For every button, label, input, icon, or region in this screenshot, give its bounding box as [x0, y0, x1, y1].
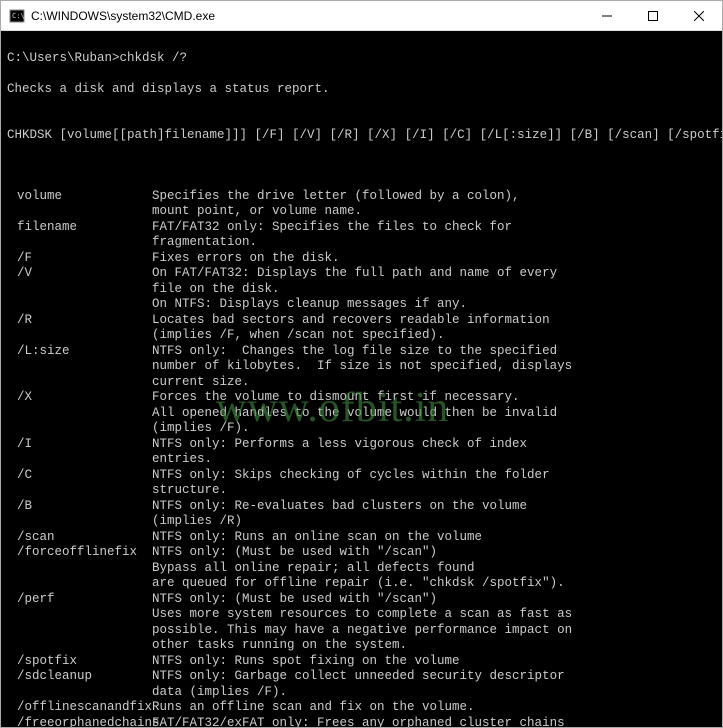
param-description: Forces the volume to dismount first if n…	[152, 390, 716, 437]
param-row: /sdcleanupNTFS only: Garbage collect unn…	[7, 669, 716, 700]
window-controls	[584, 1, 722, 30]
param-row: volumeSpecifies the drive letter (follow…	[7, 189, 716, 220]
window-title: C:\WINDOWS\system32\CMD.exe	[31, 9, 584, 23]
param-description: NTFS only: Runs an online scan on the vo…	[152, 530, 716, 546]
param-description: Fixes errors on the disk.	[152, 251, 716, 267]
param-name: /perf	[7, 592, 152, 654]
param-row: /spotfixNTFS only: Runs spot fixing on t…	[7, 654, 716, 670]
cmd-window: C:\ C:\WINDOWS\system32\CMD.exe C:\Users…	[0, 0, 723, 728]
param-name: /sdcleanup	[7, 669, 152, 700]
param-description: NTFS only: Skips checking of cycles with…	[152, 468, 716, 499]
param-name: /V	[7, 266, 152, 313]
param-description: FAT/FAT32/exFAT only: Frees any orphaned…	[152, 716, 716, 728]
command-prompt: C:\Users\Ruban>chkdsk /?	[7, 51, 716, 67]
titlebar[interactable]: C:\ C:\WINDOWS\system32\CMD.exe	[1, 1, 722, 31]
param-description: NTFS only: Performs a less vigorous chec…	[152, 437, 716, 468]
param-name: /freeorphanedchains	[7, 716, 152, 728]
param-description: On FAT/FAT32: Displays the full path and…	[152, 266, 716, 313]
param-description: Locates bad sectors and recovers readabl…	[152, 313, 716, 344]
param-description: FAT/FAT32 only: Specifies the files to c…	[152, 220, 716, 251]
param-description: NTFS only: (Must be used with "/scan") U…	[152, 592, 716, 654]
param-description: NTFS only: (Must be used with "/scan") B…	[152, 545, 716, 592]
param-description: NTFS only: Garbage collect unneeded secu…	[152, 669, 716, 700]
param-row: /BNTFS only: Re-evaluates bad clusters o…	[7, 499, 716, 530]
param-description: Runs an offline scan and fix on the volu…	[152, 700, 716, 716]
param-name: volume	[7, 189, 152, 220]
command-description: Checks a disk and displays a status repo…	[7, 82, 716, 98]
param-row: /CNTFS only: Skips checking of cycles wi…	[7, 468, 716, 499]
maximize-button[interactable]	[630, 1, 676, 30]
param-name: /C	[7, 468, 152, 499]
param-name: /offlinescanandfix	[7, 700, 152, 716]
param-description: NTFS only: Changes the log file size to …	[152, 344, 716, 391]
param-row: /perfNTFS only: (Must be used with "/sca…	[7, 592, 716, 654]
param-name: /scan	[7, 530, 152, 546]
param-name: /F	[7, 251, 152, 267]
param-name: /spotfix	[7, 654, 152, 670]
minimize-button[interactable]	[584, 1, 630, 30]
param-row: filenameFAT/FAT32 only: Specifies the fi…	[7, 220, 716, 251]
param-row: /L:sizeNTFS only: Changes the log file s…	[7, 344, 716, 391]
param-row: /VOn FAT/FAT32: Displays the full path a…	[7, 266, 716, 313]
terminal-output[interactable]: C:\Users\Ruban>chkdsk /? Checks a disk a…	[1, 31, 722, 727]
close-button[interactable]	[676, 1, 722, 30]
cmd-icon: C:\	[9, 8, 25, 24]
command-syntax: CHKDSK [volume[[path]filename]]] [/F] [/…	[7, 128, 716, 144]
param-row: /forceofflinefixNTFS only: (Must be used…	[7, 545, 716, 592]
param-description: NTFS only: Re-evaluates bad clusters on …	[152, 499, 716, 530]
param-row: /scanNTFS only: Runs an online scan on t…	[7, 530, 716, 546]
param-row: /XForces the volume to dismount first if…	[7, 390, 716, 437]
param-row: /RLocates bad sectors and recovers reada…	[7, 313, 716, 344]
parameters-block: volumeSpecifies the drive letter (follow…	[7, 189, 716, 728]
param-name: /R	[7, 313, 152, 344]
param-name: filename	[7, 220, 152, 251]
param-name: /B	[7, 499, 152, 530]
param-row: /INTFS only: Performs a less vigorous ch…	[7, 437, 716, 468]
param-row: /offlinescanandfixRuns an offline scan a…	[7, 700, 716, 716]
param-row: /freeorphanedchainsFAT/FAT32/exFAT only:…	[7, 716, 716, 728]
param-name: /X	[7, 390, 152, 437]
param-name: /I	[7, 437, 152, 468]
svg-text:C:\: C:\	[12, 12, 25, 20]
param-row: /FFixes errors on the disk.	[7, 251, 716, 267]
param-description: NTFS only: Runs spot fixing on the volum…	[152, 654, 716, 670]
param-description: Specifies the drive letter (followed by …	[152, 189, 716, 220]
param-name: /forceofflinefix	[7, 545, 152, 592]
param-name: /L:size	[7, 344, 152, 391]
